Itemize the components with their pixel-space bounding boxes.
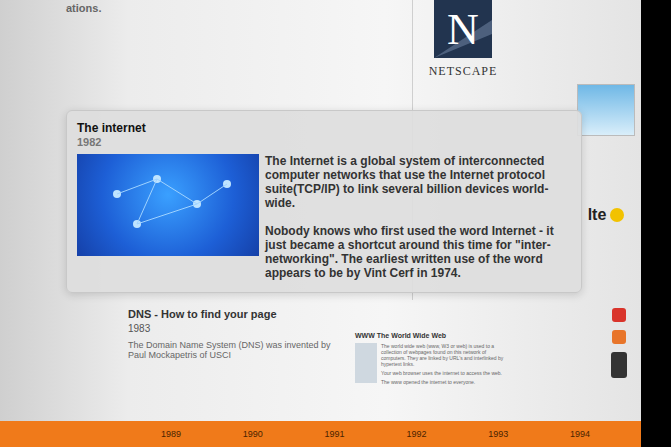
timeline-year[interactable]: 1994 (570, 429, 590, 439)
phone-icon[interactable] (611, 352, 627, 378)
timeline-year[interactable]: 1992 (406, 429, 426, 439)
lte-logo[interactable]: lte (588, 206, 625, 224)
tooltip-title: The internet (77, 121, 571, 135)
timeline-year[interactable]: 1991 (325, 429, 345, 439)
entry-year: 1983 (128, 323, 343, 334)
timeline-board: ations. N NETSCAPE lte DNS - How to find you… (0, 0, 641, 447)
screen: ations. N NETSCAPE lte DNS - How to find you… (0, 0, 671, 447)
tooltip-picture (77, 154, 259, 256)
tooltip-paragraph: The Internet is a global system of inter… (265, 154, 571, 210)
network-map-icon (77, 154, 259, 256)
netscape-icon: N (434, 0, 492, 58)
timeline-year[interactable]: 1993 (488, 429, 508, 439)
entry-text: The Domain Name System (DNS) was invente… (128, 340, 343, 360)
timeline-year[interactable]: 1990 (243, 429, 263, 439)
tooltip-year: 1982 (77, 136, 571, 148)
netscape-logo[interactable]: N NETSCAPE (425, 0, 501, 79)
screen-edge (641, 0, 671, 447)
side-icons (611, 308, 627, 378)
timeline-entry[interactable]: DNS - How to find your page 1983 The Domai… (128, 308, 343, 360)
www-body: The world wide web (www, W3 or web) is u… (355, 343, 505, 388)
www-line: Your web browser uses the internet to ac… (381, 370, 505, 376)
tooltip-body: The Internet is a global system of inter… (77, 154, 571, 280)
orange-app-icon[interactable] (612, 330, 626, 344)
red-app-icon[interactable] (612, 308, 626, 322)
entries-area: DNS - How to find your page 1983 The Domai… (0, 300, 641, 421)
www-lines: The world wide web (www, W3 or web) is u… (381, 343, 505, 388)
lte-text: lte (588, 206, 607, 224)
tooltip-paragraph: Nobody knows who first used the word Int… (265, 224, 571, 280)
www-line: The www opened the internet to everyone. (381, 379, 505, 385)
cloud-picture (577, 84, 635, 136)
logo-letter: N (434, 4, 492, 55)
timeline-year[interactable]: 1989 (161, 429, 181, 439)
tooltip: The internet1982 The Internet is a global… (66, 110, 582, 293)
page-fragment: ations. (66, 2, 101, 14)
www-line: The world wide web (www, W3 or web) is u… (381, 343, 505, 367)
tooltip-text: The Internet is a global system of inter… (265, 154, 571, 280)
www-picture (355, 343, 377, 383)
www-title: WWW The World Wide Web (355, 332, 505, 339)
timeline-bar: 1989 1990 1991 1992 1993 1994 (0, 421, 641, 447)
lte-dot-icon (610, 208, 624, 222)
www-card[interactable]: WWW The World Wide Web The world wide web… (355, 332, 505, 388)
logo-name: NETSCAPE (429, 64, 498, 79)
entry-title: DNS - How to find your page (128, 308, 343, 320)
